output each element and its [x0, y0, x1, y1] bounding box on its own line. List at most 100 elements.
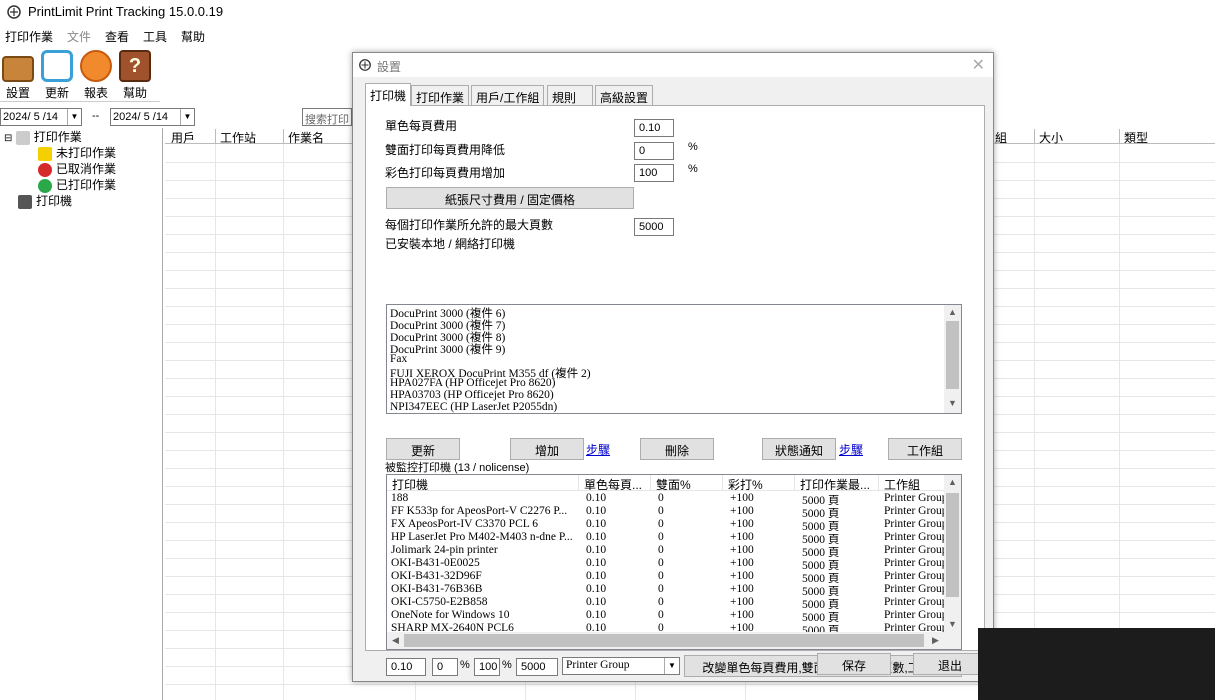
- percent-label: %: [460, 659, 470, 671]
- delete-printer-button[interactable]: 刪除: [640, 438, 714, 460]
- refresh-printers-button[interactable]: 更新: [386, 438, 460, 460]
- mono-cost-field[interactable]: 0.10: [634, 119, 674, 137]
- col-header-job[interactable]: 作業名: [283, 129, 353, 145]
- chevron-down-icon[interactable]: ▼: [944, 619, 961, 629]
- menu-file[interactable]: 文件: [67, 28, 91, 45]
- tree-item-pending[interactable]: 未打印作業: [38, 144, 116, 161]
- help-button-label: 幫助: [122, 86, 147, 100]
- max-pages-field[interactable]: 5000: [634, 218, 674, 236]
- list-item[interactable]: DocuPrint 3000 (複件 9): [390, 341, 505, 357]
- menu-view[interactable]: 查看: [105, 28, 129, 45]
- tab-printers[interactable]: 打印機: [365, 83, 412, 106]
- table-cell: Printer Group: [884, 583, 946, 595]
- chevron-down-icon[interactable]: ▼: [944, 398, 961, 408]
- bulk-max-pages-field[interactable]: 5000: [516, 658, 558, 676]
- tab-advanced[interactable]: 高級設置: [595, 85, 654, 105]
- table-row[interactable]: 188 0.10 0 +100 5000 頁 Printer Group: [387, 492, 946, 505]
- table-cell: Printer Group: [884, 570, 946, 582]
- tree-item-printers[interactable]: 打印機: [18, 192, 72, 209]
- date-from-picker[interactable]: 2024/ 5 /14 ▼: [0, 108, 82, 126]
- bulk-mono-field[interactable]: 0.10: [386, 658, 426, 676]
- scroll-thumb[interactable]: [404, 634, 924, 647]
- check-icon: [38, 178, 52, 193]
- installed-printers-list[interactable]: DocuPrint 3000 (複件 6) DocuPrint 3000 (複件…: [386, 304, 962, 414]
- chevron-left-icon[interactable]: ◀: [387, 635, 404, 646]
- color-increase-field[interactable]: 100: [634, 164, 674, 182]
- table-cell: FX ApeosPort-IV C3370 PCL 6: [391, 518, 538, 530]
- table-row[interactable]: FF K533p for ApeosPort-V C2276 P... 0.10 0…: [387, 505, 946, 518]
- table-row[interactable]: OneNote for Windows 10 0.10 0 +100 5000 頁 Pri…: [387, 609, 946, 622]
- add-printer-button[interactable]: 增加: [510, 438, 584, 460]
- table-row[interactable]: OKI-B431-76B36B 0.10 0 +100 5000 頁 Printer Gr…: [387, 583, 946, 596]
- tab-rules[interactable]: 規則: [547, 85, 593, 105]
- bulk-color-field[interactable]: 100: [474, 658, 500, 676]
- app-titlebar: PrintLimit Print Tracking 15.0.0.19: [0, 0, 1215, 24]
- list-item[interactable]: Fax: [390, 353, 407, 365]
- list-item[interactable]: HPA03703 (HP Officejet Pro 8620): [390, 389, 554, 401]
- col-header-size[interactable]: 大小: [1034, 129, 1119, 145]
- bulk-duplex-field[interactable]: 0: [432, 658, 458, 676]
- save-button[interactable]: 保存: [817, 653, 891, 675]
- workgroup-button[interactable]: 工作組: [888, 438, 962, 460]
- chevron-down-icon[interactable]: ▼: [67, 109, 81, 125]
- table-vscrollbar[interactable]: ▲ ▼: [944, 475, 961, 634]
- paper-size-cost-button[interactable]: 紙張尺寸費用 / 固定價格: [386, 187, 634, 209]
- col-header-group[interactable]: 組: [990, 129, 1034, 145]
- menu-tools[interactable]: 工具: [143, 28, 167, 45]
- duplex-reduction-field[interactable]: 0: [634, 142, 674, 160]
- tree-item-printed[interactable]: 已打印作業: [38, 176, 116, 193]
- list-item[interactable]: HPA027FA (HP Officejet Pro 8620): [390, 377, 555, 389]
- scroll-thumb[interactable]: [946, 493, 959, 597]
- col-header-max-pages[interactable]: 打印作業最...: [795, 475, 879, 491]
- steps-link[interactable]: 步驟: [839, 441, 863, 458]
- table-row[interactable]: HP LaserJet Pro M402-M403 n-dne P... 0.10…: [387, 531, 946, 544]
- col-header-user[interactable]: 用戶: [167, 129, 215, 145]
- menu-help[interactable]: 幫助: [181, 28, 205, 45]
- table-row[interactable]: OKI-C5750-E2B858 0.10 0 +100 5000 頁 Printer G…: [387, 596, 946, 609]
- chevron-down-icon[interactable]: ▼: [664, 658, 679, 674]
- date-to-picker[interactable]: 2024/ 5 /14 ▼: [110, 108, 195, 126]
- chevron-down-icon[interactable]: ▼: [180, 109, 194, 125]
- list-item[interactable]: NPI347EEC (HP LaserJet P2055dn): [390, 401, 557, 413]
- col-header-station[interactable]: 工作站: [215, 129, 283, 145]
- table-row[interactable]: Jolimark 24-pin printer 0.10 0 +100 5000 頁 Pr…: [387, 544, 946, 557]
- table-body: 188 0.10 0 +100 5000 頁 Printer Group FF K533p …: [387, 492, 946, 635]
- col-header-workgroup[interactable]: 工作組: [879, 475, 945, 491]
- table-cell: 5000 頁: [802, 599, 840, 609]
- tree-item-print-jobs[interactable]: ⊟ 打印作業: [4, 128, 82, 145]
- tab-users-groups[interactable]: 用戶/工作組: [471, 85, 545, 105]
- table-row[interactable]: OKI-B431-0E0025 0.10 0 +100 5000 頁 Printer Gr…: [387, 557, 946, 570]
- table-cell: 0.10: [586, 544, 607, 556]
- col-header-printer[interactable]: 打印機: [387, 475, 579, 491]
- table-cell: 5000 頁: [802, 560, 840, 570]
- chevron-right-icon[interactable]: ▶: [927, 635, 944, 646]
- col-header-type[interactable]: 類型: [1119, 129, 1215, 145]
- exit-button[interactable]: 退出: [913, 653, 987, 675]
- help-button[interactable]: ? 幫助: [117, 50, 153, 102]
- steps-link[interactable]: 步驟: [586, 441, 610, 458]
- refresh-button[interactable]: 更新: [39, 50, 75, 102]
- search-input[interactable]: 搜索打印: [302, 108, 352, 126]
- tab-print-jobs[interactable]: 打印作業: [411, 85, 470, 105]
- date-to-value: 2024/ 5 /14: [113, 111, 169, 123]
- close-icon[interactable]: ✕: [972, 55, 985, 75]
- status-notify-button[interactable]: 狀態通知: [762, 438, 836, 460]
- chevron-up-icon[interactable]: ▲: [944, 477, 961, 487]
- table-row[interactable]: FX ApeosPort-IV C3370 PCL 6 0.10 0 +100 5000…: [387, 518, 946, 531]
- col-header-mono-cost[interactable]: 單色每頁...: [579, 475, 651, 491]
- list-scrollbar[interactable]: ▲ ▼: [944, 305, 961, 413]
- col-header-duplex[interactable]: 雙面%: [651, 475, 723, 491]
- table-cell: 0.10: [586, 570, 607, 582]
- table-hscrollbar[interactable]: ◀ ▶: [387, 632, 961, 649]
- table-cell: 5000 頁: [802, 612, 840, 622]
- installed-printers-label: 已安裝本地 / 網絡打印機: [385, 237, 516, 251]
- report-button[interactable]: 報表: [78, 50, 114, 102]
- chevron-up-icon[interactable]: ▲: [944, 307, 961, 317]
- scroll-thumb[interactable]: [946, 321, 959, 389]
- menu-print-jobs[interactable]: 打印作業: [5, 28, 53, 45]
- tree-item-cancelled[interactable]: 已取消作業: [38, 160, 116, 177]
- bulk-group-select[interactable]: Printer Group ▼: [562, 657, 680, 675]
- col-header-color[interactable]: 彩打%: [723, 475, 795, 491]
- table-row[interactable]: OKI-B431-32D96F 0.10 0 +100 5000 頁 Printer Gr…: [387, 570, 946, 583]
- settings-button[interactable]: 設置: [0, 50, 36, 102]
